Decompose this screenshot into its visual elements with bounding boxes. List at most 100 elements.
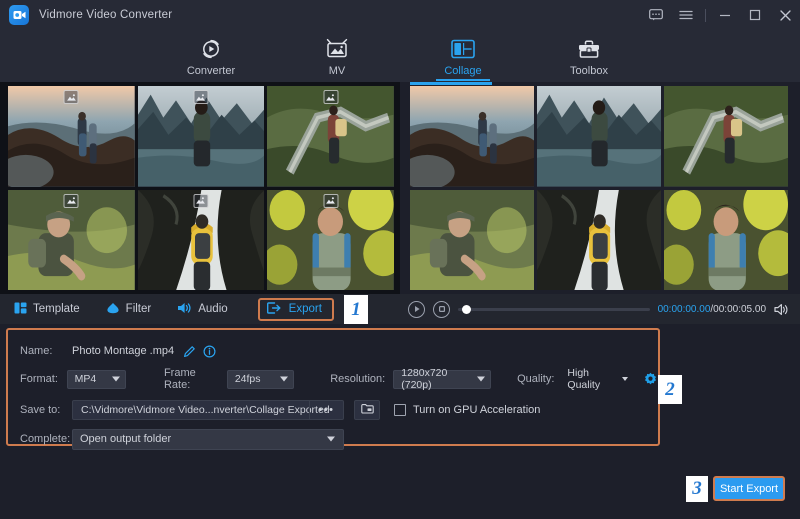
preview-cell [664, 190, 788, 291]
preview-cell [537, 86, 661, 187]
audio-icon [177, 302, 192, 317]
collage-cell[interactable] [8, 190, 135, 291]
audio-button[interactable]: Audio [177, 302, 227, 317]
info-icon[interactable] [203, 345, 216, 358]
menu-icon[interactable] [671, 0, 701, 30]
browse-button[interactable]: ••• [309, 401, 343, 419]
chevron-down-icon [622, 377, 628, 381]
chevron-down-icon [327, 437, 335, 442]
framerate-label: Frame Rate: [164, 367, 219, 391]
filter-button[interactable]: Filter [106, 302, 152, 317]
close-icon[interactable] [770, 0, 800, 30]
cell-image [410, 86, 534, 187]
preview-selection-indicator [410, 82, 492, 85]
preview-cell [410, 190, 534, 291]
complete-select[interactable]: Open output folder [72, 429, 344, 450]
gear-icon[interactable] [643, 372, 658, 387]
output-name-value[interactable]: Photo Montage .mp4 [72, 345, 174, 357]
main-tab-bar: Converter MV [0, 30, 800, 82]
tab-collage[interactable]: Collage [419, 34, 507, 77]
framerate-value: 24fps [235, 373, 261, 385]
format-label: Format: [20, 373, 67, 385]
resolution-value: 1280x720 (720p) [401, 367, 472, 391]
collage-preview-panel [400, 82, 800, 294]
editor-toolbar-row: Template Filter Audio [0, 294, 800, 324]
chevron-down-icon [280, 377, 288, 382]
collage-workspace [0, 82, 800, 294]
vidmore-video-converter-window: Vidmore Video Converter [0, 0, 800, 519]
image-placeholder-icon [323, 90, 338, 104]
tab-converter[interactable]: Converter [167, 34, 255, 77]
template-button[interactable]: Template [14, 302, 80, 317]
cell-image [664, 190, 788, 291]
template-label: Template [33, 303, 80, 315]
resolution-label: Resolution: [330, 373, 385, 385]
format-select[interactable]: MP4 [67, 370, 126, 389]
name-row: Name: Photo Montage .mp4 [8, 338, 658, 364]
stop-icon[interactable] [433, 301, 450, 318]
filter-label: Filter [126, 303, 152, 315]
image-placeholder-icon [323, 194, 338, 208]
audio-label: Audio [198, 303, 227, 315]
saveto-path-field[interactable]: C:\Vidmore\Vidmore Video...nverter\Colla… [72, 400, 344, 420]
converter-icon [200, 37, 222, 61]
gpu-acceleration-label: Turn on GPU Acceleration [413, 404, 540, 416]
collage-cell[interactable] [138, 86, 265, 187]
step-badge-1: 1 [344, 295, 368, 324]
play-icon[interactable] [408, 301, 425, 318]
quality-value: High Quality [567, 367, 615, 391]
checkbox-box [394, 404, 406, 416]
feedback-icon[interactable] [641, 0, 671, 30]
tab-toolbox-label: Toolbox [570, 65, 608, 77]
resolution-select[interactable]: 1280x720 (720p) [393, 370, 491, 389]
image-placeholder-icon [64, 194, 79, 208]
saveto-row: Save to: C:\Vidmore\Vidmore Video...nver… [8, 394, 658, 426]
collage-grid [8, 86, 394, 290]
collage-cell[interactable] [267, 190, 394, 291]
minimize-icon[interactable] [710, 0, 740, 30]
export-button[interactable]: Export [258, 298, 334, 321]
tab-toolbox[interactable]: Toolbox [545, 34, 633, 77]
preview-player-controls: 00:00:00.00/00:00:05.00 [400, 294, 800, 324]
step-badge-2: 2 [658, 375, 682, 404]
timecode-display: 00:00:00.00/00:00:05.00 [658, 304, 766, 315]
volume-icon[interactable] [774, 303, 790, 316]
total-time: 00:00:05.00 [713, 304, 766, 315]
complete-value: Open output folder [80, 433, 171, 445]
cell-image [410, 190, 534, 291]
quality-select[interactable]: High Quality [560, 370, 633, 389]
seek-track [458, 308, 650, 311]
seek-bar[interactable] [458, 301, 650, 318]
image-placeholder-icon [64, 90, 79, 104]
format-row: Format: MP4 Frame Rate: 24fps Resolution… [8, 364, 658, 394]
cell-image [664, 86, 788, 187]
preview-grid [410, 86, 788, 290]
start-export-button[interactable]: Start Export [713, 476, 785, 501]
collage-cell[interactable] [8, 86, 135, 187]
gpu-acceleration-checkbox[interactable]: Turn on GPU Acceleration [394, 404, 540, 416]
editor-toolbar: Template Filter Audio [0, 294, 400, 324]
filter-icon [106, 302, 120, 317]
pencil-icon[interactable] [183, 345, 196, 358]
chevron-down-icon [477, 377, 485, 382]
tab-mv[interactable]: MV [293, 34, 381, 77]
framerate-select[interactable]: 24fps [227, 370, 294, 389]
format-value: MP4 [75, 373, 97, 385]
image-placeholder-icon [193, 194, 208, 208]
step-badge-3: 3 [686, 476, 708, 502]
maximize-icon[interactable] [740, 0, 770, 30]
app-logo-icon [9, 5, 29, 25]
collage-icon [451, 37, 475, 61]
cell-image [537, 86, 661, 187]
export-label: Export [289, 303, 322, 315]
preview-cell [664, 86, 788, 187]
quality-label: Quality: [517, 373, 554, 385]
chevron-down-icon [112, 377, 120, 382]
open-folder-button[interactable] [354, 400, 380, 420]
collage-cell[interactable] [267, 86, 394, 187]
tab-mv-label: MV [329, 65, 346, 77]
seek-handle[interactable] [462, 305, 471, 314]
tab-converter-label: Converter [187, 65, 235, 77]
current-time: 00:00:00.00 [658, 304, 711, 315]
collage-cell[interactable] [138, 190, 265, 291]
